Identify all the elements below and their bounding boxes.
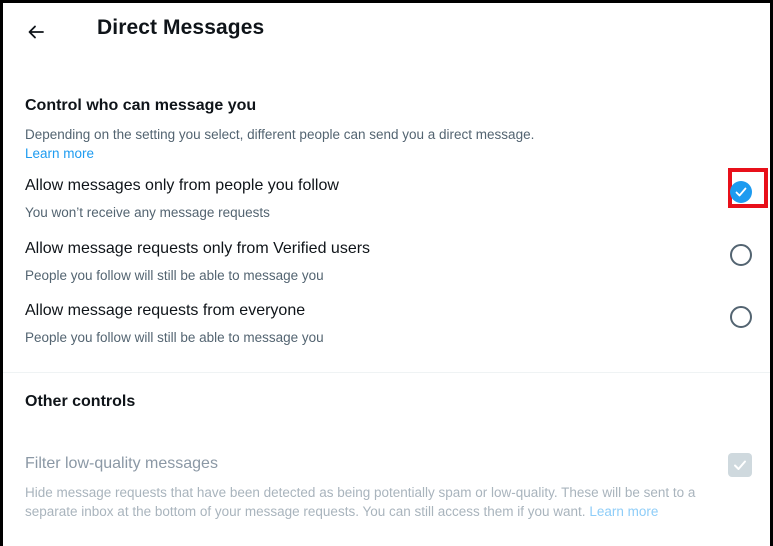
option-everyone[interactable]: Allow message requests from everyone Peo… — [3, 302, 770, 364]
control-section-description: Depending on the setting you select, dif… — [25, 125, 725, 163]
filter-learn-more-link[interactable]: Learn more — [589, 504, 658, 519]
option-sublabel: People you follow will still be able to … — [25, 268, 324, 283]
other-controls-title: Other controls — [25, 393, 136, 410]
option-sublabel: People you follow will still be able to … — [25, 330, 324, 345]
control-section-title: Control who can message you — [25, 97, 257, 114]
dm-settings-panel: Direct Messages Control who can message … — [0, 0, 773, 546]
option-label: Allow message requests from everyone — [25, 302, 306, 319]
filter-low-quality-checkbox[interactable] — [728, 453, 752, 477]
option-sublabel: You won’t receive any message requests — [25, 205, 270, 220]
page-title: Direct Messages — [97, 16, 265, 39]
learn-more-link[interactable]: Learn more — [25, 146, 94, 161]
option-label: Allow messages only from people you foll… — [25, 177, 339, 194]
filter-description: Hide message requests that have been det… — [25, 483, 740, 521]
option-verified-users[interactable]: Allow message requests only from Verifie… — [3, 240, 770, 302]
option-people-you-follow[interactable]: Allow messages only from people you foll… — [3, 168, 770, 239]
header: Direct Messages — [3, 3, 770, 61]
control-description-text: Depending on the setting you select, dif… — [25, 127, 535, 142]
option-label: Allow message requests only from Verifie… — [25, 240, 371, 257]
radio-button[interactable] — [730, 244, 752, 266]
radio-button[interactable] — [730, 306, 752, 328]
checkmark-icon — [735, 187, 747, 197]
filter-low-quality-label: Filter low-quality messages — [25, 455, 218, 472]
checkmark-icon — [734, 460, 746, 470]
back-button[interactable] — [21, 17, 51, 47]
arrow-left-icon — [28, 25, 44, 39]
section-divider — [3, 372, 770, 373]
radio-button-selected[interactable] — [730, 181, 752, 203]
